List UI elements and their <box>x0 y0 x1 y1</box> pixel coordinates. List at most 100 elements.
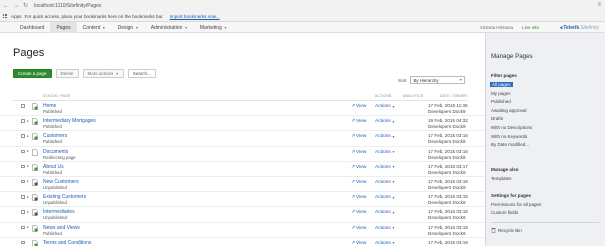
browser-menu-icon[interactable]: ≡ <box>597 2 601 8</box>
expand-icon[interactable]: ▸ <box>27 149 29 153</box>
actions-menu[interactable]: Actions ▼ <box>375 180 395 185</box>
sort-select[interactable]: By Hierarchy ▼ <box>410 76 466 84</box>
actions-menu[interactable]: Actions ▼ <box>375 165 395 170</box>
more-actions-button[interactable]: More actions ▼ <box>82 69 124 78</box>
chevron-down-icon: ▼ <box>391 210 396 215</box>
live-site-link[interactable]: Live site <box>522 25 539 30</box>
page-status: Unpublished <box>43 184 67 190</box>
filter-item[interactable]: All pages <box>490 82 513 87</box>
row-checkbox[interactable] <box>21 164 25 169</box>
apps-grid-icon[interactable] <box>3 13 8 19</box>
tab-0[interactable]: Dashboard <box>14 22 50 33</box>
drag-handle-icon[interactable]: ⋮ <box>15 133 19 138</box>
filter-item[interactable]: Drafts <box>491 116 503 121</box>
custom-fields-link[interactable]: Custom fields <box>491 210 518 215</box>
row-checkbox[interactable] <box>21 225 25 229</box>
filter-item[interactable]: Awaiting approval <box>491 108 526 113</box>
drag-handle-icon[interactable]: ⋮ <box>15 103 19 108</box>
row-checkbox[interactable] <box>21 134 25 138</box>
forward-icon[interactable]: → <box>13 3 19 9</box>
actions-menu[interactable]: Actions ▼ <box>375 150 395 155</box>
permissions-link[interactable]: Permissions for all pages <box>491 202 541 207</box>
view-label: View <box>356 195 367 201</box>
drag-handle-icon[interactable]: ⋮ <box>15 164 19 168</box>
view-link[interactable]: ↗ View <box>351 226 366 231</box>
actions-menu[interactable]: Actions ▼ <box>375 104 395 109</box>
sort-control: Sort By Hierarchy ▼ <box>398 76 466 84</box>
view-link[interactable]: ↗ View <box>351 180 366 185</box>
row-checkbox[interactable] <box>21 195 25 199</box>
import-bookmarks-link[interactable]: Import bookmarks now... <box>170 14 220 19</box>
modified-date: 17 Feb, 2015 03:17 <box>428 163 468 169</box>
filter-item[interactable]: Published <box>491 99 511 104</box>
filter-item[interactable]: With no Keywords <box>491 134 527 139</box>
actions-menu[interactable]: Actions ▼ <box>375 134 395 139</box>
expand-icon[interactable]: ▸ <box>27 225 29 229</box>
manage-templates-link[interactable]: Templates <box>491 176 512 181</box>
filter-item[interactable]: By Date modified... <box>491 142 529 147</box>
view-link[interactable]: ↗ View <box>351 119 366 124</box>
tab-2[interactable]: Content ▼ <box>77 22 112 33</box>
page-status-icon <box>32 164 38 171</box>
view-link[interactable]: ↗ View <box>351 195 366 200</box>
drag-handle-icon[interactable]: ⋮ <box>15 118 19 123</box>
actions-menu[interactable]: Actions ▼ <box>375 241 395 246</box>
modified-date: 17 Feb, 2015 03:16 <box>428 133 468 139</box>
tab-5[interactable]: Marketing ▼ <box>194 22 233 33</box>
apps-label[interactable]: Apps <box>11 14 21 19</box>
actions-menu[interactable]: Actions ▼ <box>375 210 395 215</box>
tab-label: Dashboard <box>20 24 45 31</box>
row-checkbox[interactable] <box>21 179 25 184</box>
drag-handle-icon[interactable]: ⋮ <box>15 179 19 183</box>
drag-handle-icon[interactable]: ⋮ <box>15 225 19 229</box>
page-status-icon <box>32 118 38 125</box>
manage-also-heading: Manage also <box>491 167 519 172</box>
drag-handle-icon[interactable]: ⋮ <box>15 240 19 244</box>
recycle-bin-link[interactable]: Recycle Bin <box>491 227 522 233</box>
expand-icon[interactable]: ▸ <box>27 210 29 214</box>
filter-item[interactable]: My pages <box>491 91 511 96</box>
view-link[interactable]: ↗ View <box>351 210 366 215</box>
actions-menu[interactable]: Actions ▼ <box>375 119 395 124</box>
view-link[interactable]: ↗ View <box>351 134 366 139</box>
view-label: View <box>356 210 367 216</box>
actions-label: Actions <box>375 104 391 109</box>
actions-menu[interactable]: Actions ▼ <box>375 195 395 200</box>
expand-icon[interactable]: ▸ <box>27 134 29 138</box>
drag-handle-icon[interactable]: ⋮ <box>15 209 19 214</box>
page-status-icon <box>32 179 38 186</box>
row-checkbox[interactable] <box>21 240 25 245</box>
view-link[interactable]: ↗ View <box>351 104 366 109</box>
view-link[interactable]: ↗ View <box>351 241 366 246</box>
row-checkbox[interactable] <box>21 210 25 214</box>
url-bar[interactable]: localhost:1110/Sitefinity/Pages <box>34 3 101 9</box>
sidebar-divider <box>491 222 599 223</box>
expand-icon[interactable]: ▸ <box>27 119 29 123</box>
owner-name: Developers Dock9 <box>428 154 466 160</box>
view-link[interactable]: ↗ View <box>351 165 366 170</box>
chevron-down-icon: ▼ <box>391 134 396 139</box>
expand-icon[interactable]: ▸ <box>27 164 29 168</box>
tab-3[interactable]: Design ▼ <box>112 22 145 33</box>
view-link[interactable]: ↗ View <box>351 150 366 155</box>
drag-handle-icon[interactable]: ⋮ <box>15 194 19 199</box>
user-name[interactable]: Victoria Hristova <box>480 25 513 30</box>
expand-icon[interactable]: ▸ <box>27 179 29 183</box>
search-button[interactable]: Search... <box>127 69 156 78</box>
drag-handle-icon[interactable]: ⋮ <box>15 149 19 153</box>
row-checkbox[interactable] <box>21 119 25 123</box>
filter-item[interactable]: With no Descriptions <box>491 125 532 130</box>
expand-icon[interactable]: ▸ <box>27 195 29 199</box>
delete-button[interactable]: Delete <box>55 69 79 78</box>
modified-date: 17 Feb, 2015 03:19 <box>428 239 468 245</box>
tab-4[interactable]: Administration ▼ <box>145 22 194 33</box>
row-checkbox[interactable] <box>21 149 25 154</box>
telerik-logo-icon: ◂ <box>559 24 563 31</box>
page-status: Published <box>43 139 62 145</box>
create-page-button[interactable]: Create a page <box>13 69 52 78</box>
actions-menu[interactable]: Actions ▼ <box>375 226 395 231</box>
back-icon[interactable]: ← <box>3 3 9 9</box>
tab-1[interactable]: Pages <box>50 22 77 33</box>
reload-icon[interactable]: ↻ <box>23 3 28 9</box>
row-checkbox[interactable] <box>21 104 25 108</box>
